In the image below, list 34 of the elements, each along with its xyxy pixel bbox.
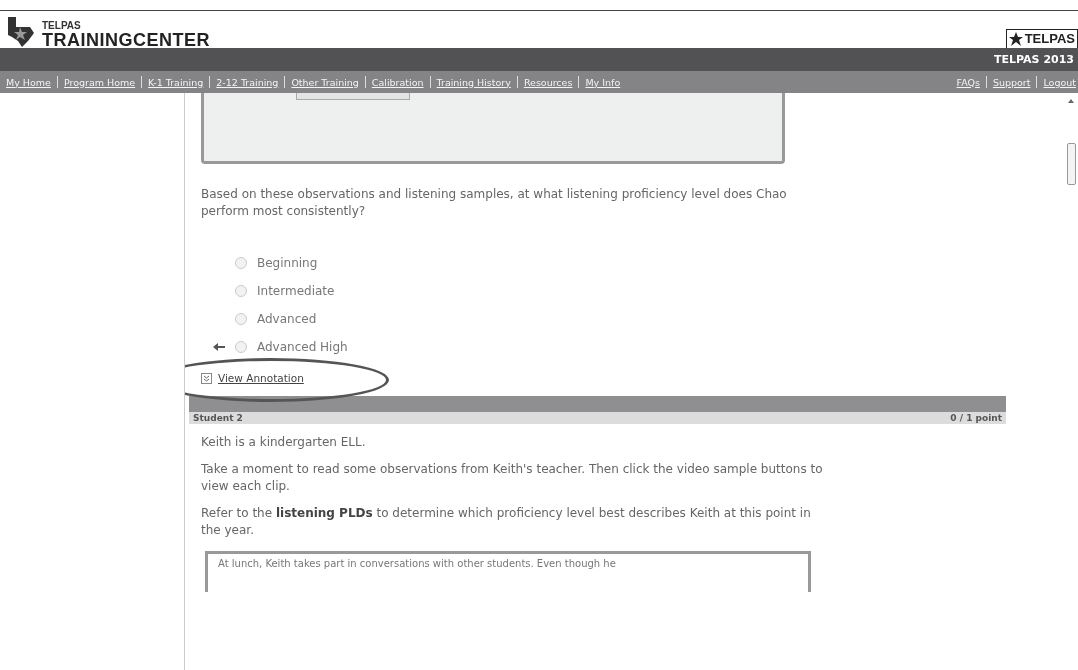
nav-link[interactable]: Training History [436,76,511,88]
nav-link[interactable]: Resources [523,76,573,88]
nav-link[interactable]: Other Training [291,76,359,88]
option-label: Beginning [257,256,318,270]
score-label: 0 / 1 point [950,413,1002,423]
nav-link[interactable]: Support [992,76,1031,88]
nav-link[interactable]: Calibration [371,76,424,88]
edition-label: TELPAS 2013 [994,53,1074,66]
logo-subtitle: TELPAS [42,21,82,31]
nav-link[interactable]: Logout [1043,76,1076,88]
observation-text: At lunch, Keith takes part in conversations with other students. Even though he [218,558,616,569]
nav-link[interactable]: K-1 Training [148,76,204,88]
badge-text: TELPAS [1024,31,1075,46]
option-label: Advanced [257,312,317,326]
paragraph: Take a moment to read some observations from Keith's teacher. Then click the video sample buttons to view each clip. [201,461,824,495]
option-label: Intermediate [257,284,335,298]
nav-link[interactable]: My Info [585,76,621,88]
question-text: Based on these observations and listening samples, at what listening proficiency level does Chao perform most consistently? [201,186,788,220]
logo-title: TRAININGCENTER [42,31,210,49]
nav-link[interactable]: My Home [6,76,51,88]
paragraph: Refer to the listening PLDs to determine which proficiency level best describes Keith at this point in the year. [201,505,812,539]
nav-link[interactable]: FAQs [956,76,980,88]
radio-button[interactable] [235,313,247,325]
nav-link[interactable]: 2-12 Training [216,76,279,88]
option-label: Advanced High [257,340,348,354]
radio-button[interactable] [235,341,247,353]
radio-button[interactable] [235,257,247,269]
paragraph: Keith is a kindergarten ELL. [201,434,367,451]
nav-link[interactable]: Program Home [63,76,136,88]
student-title: Student 2 [193,413,243,423]
expand-icon [201,372,212,384]
video-button[interactable] [296,93,410,100]
radio-button[interactable] [235,285,247,297]
annotation-link[interactable]: View Annotation [218,372,304,384]
